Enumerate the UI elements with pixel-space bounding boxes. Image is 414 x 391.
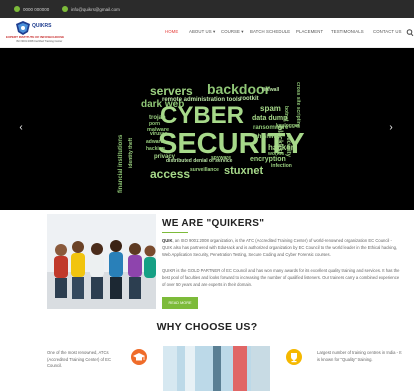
feature-right-text: Largest number of training centres in In…	[317, 350, 402, 362]
feature-left-text: One of the most renowned, ATCs (Accredit…	[47, 350, 112, 368]
word-access: access	[150, 167, 191, 181]
nav-testimonials[interactable]: TESTIMONIALS	[331, 29, 364, 39]
about-paragraph-2: QUIKR is the GOLD PARTNER of EC Council …	[162, 268, 400, 287]
about-paragraph-1: QUIK, an ISO 9001:2008 organization, is …	[162, 238, 402, 259]
center-feature-image	[163, 346, 270, 391]
site-header: QUIKRS EXPERT INSTITUTE OF INFOSECHOUSE …	[0, 18, 414, 48]
about-paragraph-1-text: , an ISO 9001:2008 organization, is the …	[162, 238, 398, 257]
word-security-small: security	[285, 134, 291, 158]
heading-underline	[162, 232, 188, 233]
nav-batch-schedule[interactable]: BATCH SCHEDULE	[250, 29, 290, 39]
why-choose-us-heading: WHY CHOOSE US?	[156, 321, 258, 333]
word-stuxnet: stuxnet	[224, 165, 264, 177]
word-servers: servers	[150, 84, 193, 98]
word-rootkit: rootkit	[240, 96, 259, 102]
word-spam: spam	[260, 104, 281, 113]
brand-name: QUIKRS	[32, 23, 52, 29]
word-adwares: adwares	[146, 139, 167, 145]
graduation-cap-icon	[133, 353, 145, 361]
feature-left-badge	[131, 349, 147, 365]
slider-prev-arrow[interactable]: ‹	[16, 122, 26, 134]
word-porn: porn	[149, 121, 161, 127]
nav-home[interactable]: HOME	[165, 29, 178, 39]
hero-slider: ‹ › CYBER SECURITY backdoor servers dark…	[0, 48, 414, 210]
word-financial-institutions: financial institutions	[118, 134, 124, 193]
trophy-icon	[291, 353, 297, 363]
nav-about-us[interactable]: ABOUT US ▾	[189, 29, 215, 39]
students-group-photo	[47, 214, 156, 309]
word-encryption: encryption	[250, 156, 286, 163]
word-privacy: privacy	[154, 154, 176, 160]
search-icon[interactable]	[406, 28, 414, 38]
word-hacking: hacking	[146, 146, 165, 152]
nav-placement[interactable]: PLACEMENT	[296, 29, 323, 39]
center-feature-illustration	[163, 346, 270, 391]
word-backdoor: backdoor	[207, 81, 271, 97]
word-infection: infection	[271, 163, 292, 169]
feature-right-badge	[286, 349, 302, 365]
word-firewall: firewall	[262, 87, 280, 93]
brand-tagline: EXPERT INSTITUTE OF INFOSECHOUSE	[6, 35, 65, 39]
word-cross-site-scripting: cross site scripting	[295, 82, 301, 128]
word-surveillance: surveillance	[190, 167, 219, 173]
topbar-email[interactable]: info@quikrs@gmail.com	[62, 4, 120, 14]
top-contact-bar: 0000 000000 info@quikrs@gmail.com	[0, 0, 414, 18]
email-address: info@quikrs@gmail.com	[71, 6, 120, 12]
site-logo[interactable]: QUIKRS EXPERT INSTITUTE OF INFOSECHOUSE …	[6, 20, 80, 46]
nav-course[interactable]: COURSE ▾	[221, 29, 244, 39]
topbar-phone[interactable]: 0000 000000	[14, 4, 49, 14]
word-blacklist: blacklist	[276, 126, 283, 155]
brand-subtagline: ISO 9001:2008 Certified Training Center	[16, 40, 63, 43]
word-botnet: botnet	[283, 106, 289, 122]
phone-icon	[14, 6, 20, 12]
phone-number: 0000 000000	[23, 6, 50, 12]
word-spyware: spyware	[211, 155, 232, 161]
email-icon	[62, 6, 68, 12]
about-brand-lead: QUIK	[162, 238, 173, 243]
word-viruses: viruses	[150, 131, 168, 137]
word-identity-theft: identity theft	[128, 138, 134, 168]
nav-contact-us[interactable]: CONTACT US	[373, 29, 402, 39]
students-illustration	[47, 214, 156, 309]
logo-shield-icon	[16, 21, 30, 35]
about-heading: WE ARE "QUIKERS"	[162, 218, 265, 229]
word-remote-admin-tools: remote administration tools	[162, 97, 242, 103]
slider-next-arrow[interactable]: ›	[386, 122, 396, 134]
read-more-button[interactable]: READ MORE	[162, 297, 198, 309]
